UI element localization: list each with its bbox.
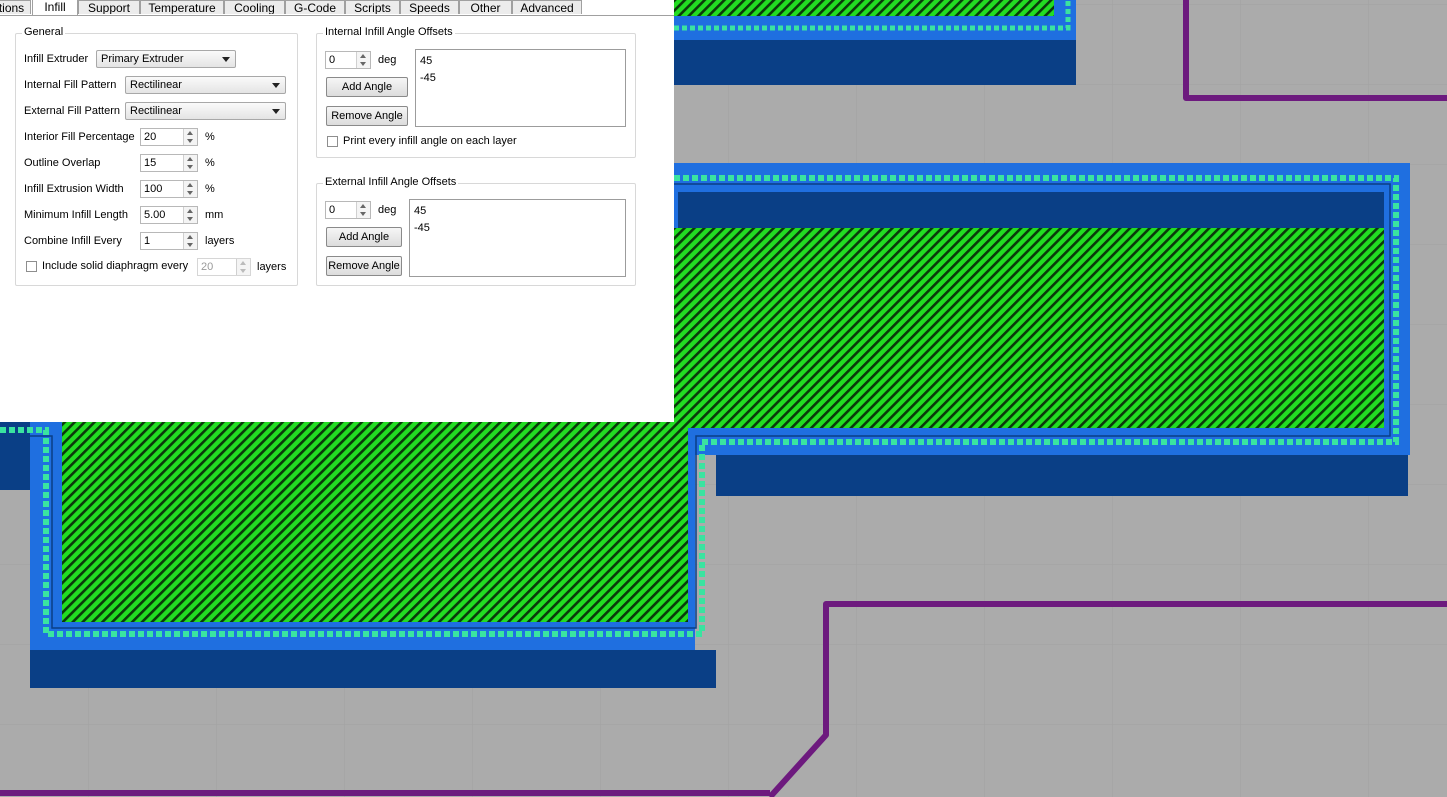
internal-fill-pattern-label: Internal Fill Pattern	[24, 79, 117, 91]
print-every-angle-label: Print every infill angle on each layer	[343, 135, 517, 147]
tab-infill[interactable]: Infill	[32, 0, 78, 15]
spin-buttons[interactable]	[183, 129, 197, 145]
interior-fill-label: Interior Fill Percentage	[24, 131, 135, 143]
spin-up-icon	[360, 54, 366, 58]
min-length-unit: mm	[205, 209, 224, 221]
list-item[interactable]: -45	[414, 220, 621, 237]
spin-up-icon	[187, 235, 193, 239]
settings-dialog: tions Infill Support Temperature Cooling…	[0, 0, 674, 422]
outline-overlap-value: 15	[144, 157, 157, 169]
tab-bar: tions Infill Support Temperature Cooling…	[0, 0, 674, 16]
spin-up-icon	[187, 183, 193, 187]
tab-options[interactable]: tions	[0, 0, 31, 14]
print-every-angle-checkbox[interactable]	[327, 136, 338, 147]
spin-up-icon	[187, 131, 193, 135]
spin-down-icon	[187, 165, 193, 169]
general-title: General	[22, 26, 66, 38]
internal-fill-pattern-select[interactable]: Rectilinear	[125, 76, 286, 94]
spin-down-icon	[187, 191, 193, 195]
spin-buttons[interactable]	[236, 259, 250, 275]
infill-extruder-select[interactable]: Primary Extruder	[96, 50, 236, 68]
spin-down-icon	[187, 217, 193, 221]
tab-scripts[interactable]: Scripts	[345, 0, 400, 14]
tab-temperature[interactable]: Temperature	[140, 0, 224, 14]
chevron-down-icon	[272, 109, 280, 114]
spin-buttons[interactable]	[183, 233, 197, 249]
tab-advanced[interactable]: Advanced	[512, 0, 582, 14]
tab-gcode[interactable]: G-Code	[285, 0, 345, 14]
infill-width-label: Infill Extrusion Width	[24, 183, 124, 195]
external-angle-spinbox[interactable]: 0	[325, 201, 371, 219]
spin-buttons[interactable]	[183, 181, 197, 197]
internal-angle-value: 0	[329, 54, 336, 66]
chevron-down-icon	[272, 83, 280, 88]
infill-width-spinbox[interactable]: 100	[140, 180, 198, 198]
list-item[interactable]: 45	[414, 203, 621, 220]
interior-fill-spinbox[interactable]: 20	[140, 128, 198, 146]
diaphragm-spinbox[interactable]: 20	[197, 258, 251, 276]
diaphragm-value: 20	[201, 261, 214, 273]
spin-down-icon	[187, 243, 193, 247]
spin-down-icon	[360, 212, 366, 216]
tab-cooling[interactable]: Cooling	[224, 0, 285, 14]
combine-value: 1	[144, 235, 151, 247]
infill-extruder-label: Infill Extruder	[24, 53, 89, 65]
tab-other[interactable]: Other	[459, 0, 512, 14]
infill-width-value: 100	[144, 183, 163, 195]
min-length-spinbox[interactable]: 5.00	[140, 206, 198, 224]
external-angle-unit: deg	[378, 204, 397, 216]
outline-overlap-unit: %	[205, 157, 215, 169]
list-item[interactable]: 45	[420, 53, 621, 70]
combine-label: Combine Infill Every	[24, 235, 122, 247]
external-fill-pattern-select[interactable]: Rectilinear	[125, 102, 286, 120]
spin-buttons[interactable]	[183, 155, 197, 171]
top-part	[674, 0, 1076, 85]
spin-up-icon	[360, 204, 366, 208]
diaphragm-label: Include solid diaphragm every	[42, 260, 189, 272]
internal-fill-pattern-value: Rectilinear	[130, 79, 182, 91]
spin-up-icon	[187, 157, 193, 161]
spin-buttons[interactable]	[183, 207, 197, 223]
tab-support[interactable]: Support	[78, 0, 140, 14]
chevron-down-icon	[222, 57, 230, 62]
outline-overlap-label: Outline Overlap	[24, 157, 101, 169]
external-angle-list[interactable]: 45 -45	[409, 199, 626, 277]
spin-up-icon	[187, 209, 193, 213]
internal-angle-unit: deg	[378, 54, 397, 66]
min-length-label: Minimum Infill Length	[24, 209, 128, 221]
internal-remove-angle-button[interactable]: Remove Angle	[326, 106, 408, 126]
internal-angle-list[interactable]: 45 -45	[415, 49, 626, 127]
diaphragm-unit: layers	[257, 261, 287, 273]
spin-down-icon	[360, 62, 366, 66]
interior-fill-value: 20	[144, 131, 157, 143]
spin-down-icon	[187, 139, 193, 143]
infill-width-unit: %	[205, 183, 215, 195]
spin-up-icon	[240, 261, 246, 265]
external-remove-angle-button[interactable]: Remove Angle	[326, 256, 402, 276]
spin-buttons[interactable]	[356, 202, 370, 218]
external-offsets-title: External Infill Angle Offsets	[323, 176, 459, 188]
list-item[interactable]: -45	[420, 70, 621, 87]
external-fill-pattern-value: Rectilinear	[130, 105, 182, 117]
internal-angle-spinbox[interactable]: 0	[325, 51, 371, 69]
outline-overlap-spinbox[interactable]: 15	[140, 154, 198, 172]
spin-buttons[interactable]	[356, 52, 370, 68]
spin-down-icon	[240, 269, 246, 273]
combine-unit: layers	[205, 235, 235, 247]
external-angle-value: 0	[329, 204, 336, 216]
tab-speeds[interactable]: Speeds	[400, 0, 459, 14]
combine-spinbox[interactable]: 1	[140, 232, 198, 250]
interior-fill-unit: %	[205, 131, 215, 143]
min-length-value: 5.00	[144, 209, 166, 221]
diaphragm-checkbox[interactable]	[26, 261, 37, 272]
infill-extruder-value: Primary Extruder	[101, 53, 184, 65]
external-fill-pattern-label: External Fill Pattern	[24, 105, 120, 117]
internal-offsets-title: Internal Infill Angle Offsets	[323, 26, 455, 38]
external-add-angle-button[interactable]: Add Angle	[326, 227, 402, 247]
internal-add-angle-button[interactable]: Add Angle	[326, 77, 408, 97]
